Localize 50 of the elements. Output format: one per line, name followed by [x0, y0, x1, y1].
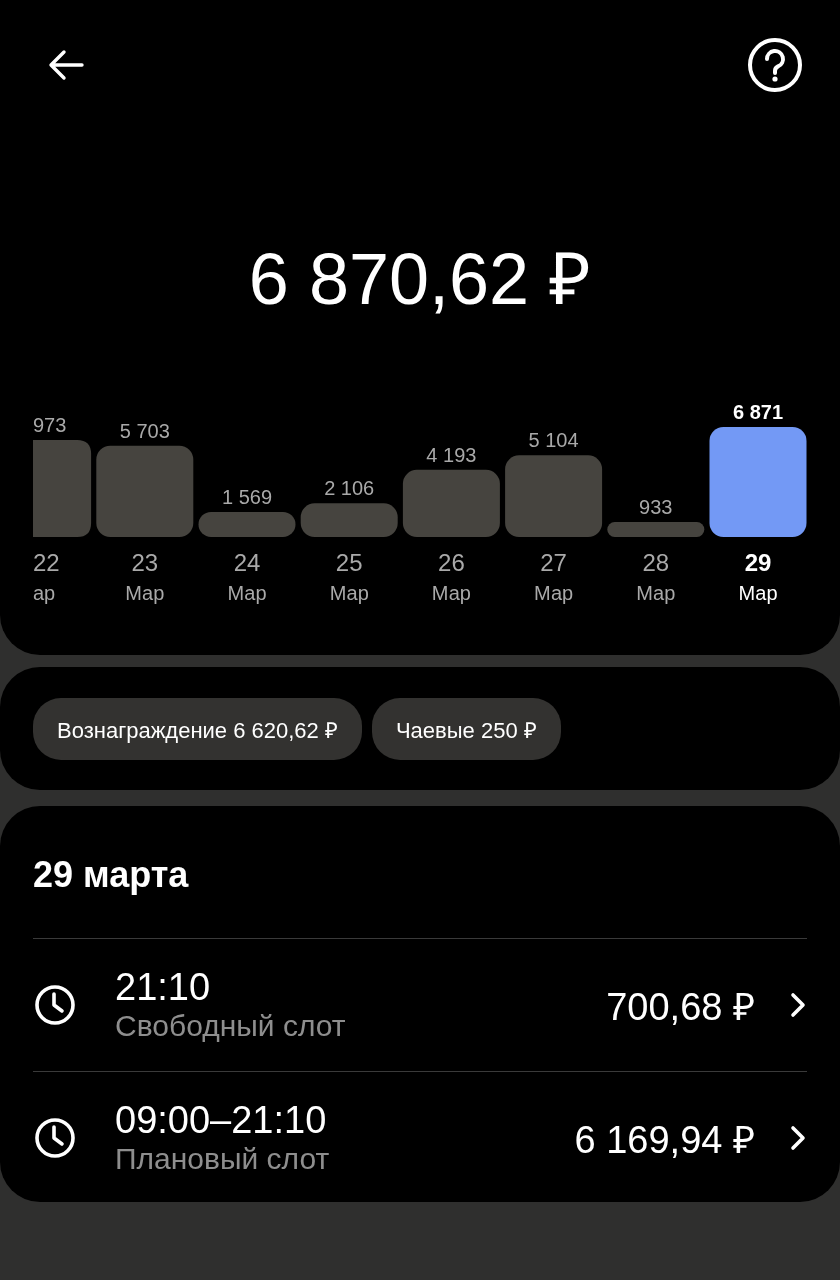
day-label[interactable]: 23: [131, 549, 159, 576]
month-label: Мар: [636, 582, 676, 604]
chevron-right-icon: [789, 991, 807, 1019]
bar-value-label: 5 104: [528, 429, 579, 452]
bar-value-label: 5 703: [119, 419, 170, 442]
slot-amount: 700,68 ₽: [606, 985, 755, 1030]
day-label[interactable]: 22: [33, 549, 60, 576]
bar[interactable]: [607, 522, 705, 537]
day-label[interactable]: 28: [642, 549, 670, 576]
clock-icon: [33, 1116, 77, 1160]
slot-type: Свободный слот: [115, 1008, 347, 1043]
slot-row[interactable]: 09:00–21:10 Плановый слот 6 169,94 ₽: [33, 1072, 807, 1204]
bar[interactable]: [402, 469, 500, 537]
chevron-right-icon: [789, 1124, 807, 1152]
day-label[interactable]: 26: [438, 549, 465, 576]
slot-type: Плановый слот: [115, 1141, 331, 1176]
bar[interactable]: [709, 427, 807, 537]
bar-value-label: 933: [639, 496, 673, 519]
day-label[interactable]: 25: [335, 549, 363, 576]
bar[interactable]: [96, 445, 194, 537]
month-label: Мар: [534, 582, 574, 604]
month-label: Мар: [738, 582, 778, 604]
help-icon[interactable]: [747, 37, 803, 93]
clock-icon: [33, 983, 77, 1027]
month-label: Мар: [227, 582, 267, 604]
total-amount: 6 870,62 ₽: [247, 243, 593, 315]
slot-amount: 6 169,94 ₽: [574, 1118, 755, 1163]
slot-time: 21:10: [115, 967, 212, 1009]
bar-value-label: 6 871: [732, 401, 784, 423]
month-label: Мар: [125, 582, 165, 604]
bar-value-label: 4 193: [426, 443, 477, 466]
slot-row[interactable]: 21:10 Свободный слот 700,68 ₽: [33, 939, 807, 1072]
day-label[interactable]: 24: [233, 549, 261, 576]
month-label: ар: [33, 582, 56, 604]
bar-value-label: 973: [33, 414, 67, 436]
date-heading: 29 марта: [33, 806, 807, 939]
bar[interactable]: [300, 503, 398, 537]
cut-off-bar[interactable]: [33, 440, 92, 537]
bar-value-label: 1 569: [221, 485, 273, 508]
back-arrow-icon[interactable]: [48, 49, 84, 81]
amount-chip[interactable]: Вознаграждение 6 620,62 ₽: [33, 697, 362, 760]
month-label: Мар: [329, 582, 369, 604]
slot-time: 09:00–21:10: [115, 1100, 328, 1142]
month-label: Мар: [431, 582, 471, 604]
bar[interactable]: [198, 511, 296, 537]
bar[interactable]: [505, 455, 603, 537]
amount-chip[interactable]: Чаевые 250 ₽: [371, 697, 561, 760]
bar-value-label: 2 106: [324, 477, 375, 500]
day-label[interactable]: 29: [744, 549, 772, 576]
day-label[interactable]: 27: [540, 549, 567, 576]
